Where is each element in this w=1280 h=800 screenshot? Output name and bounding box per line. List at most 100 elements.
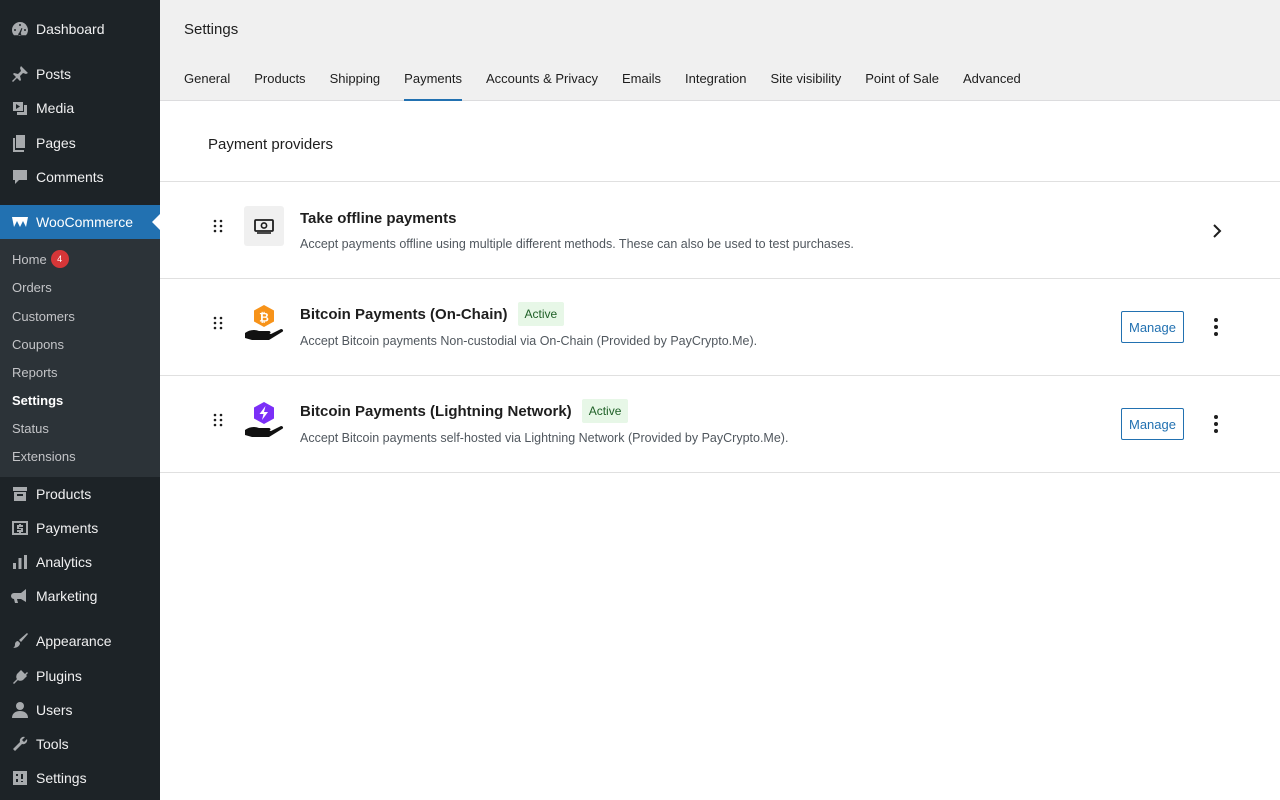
submenu-item-coupons[interactable]: Coupons <box>12 334 64 354</box>
archive-icon <box>0 484 36 504</box>
submenu-item-home[interactable]: Home 4 <box>12 249 69 269</box>
current-menu-arrow <box>152 214 160 230</box>
lightning-hand-icon <box>244 400 284 440</box>
dashboard-icon <box>0 19 36 39</box>
brush-icon <box>0 631 36 651</box>
sidebar-item-products[interactable]: Products <box>0 477 160 511</box>
drag-handle-icon[interactable] <box>212 412 224 428</box>
wrench-icon <box>0 734 36 754</box>
provider-description: Accept payments offline using multiple d… <box>300 237 854 251</box>
woocommerce-submenu: Home 4 Orders Customers Coupons Reports … <box>0 239 160 477</box>
tab-general[interactable]: General <box>184 70 230 101</box>
drag-handle-icon[interactable] <box>212 315 224 331</box>
tab-point-of-sale[interactable]: Point of Sale <box>865 70 939 101</box>
sidebar-item-payments[interactable]: Payments <box>0 511 160 545</box>
tab-payments[interactable]: Payments <box>404 70 462 101</box>
tab-shipping[interactable]: Shipping <box>330 70 381 101</box>
sidebar-item-tools[interactable]: Tools <box>0 727 160 761</box>
provider-description: Accept Bitcoin payments self-hosted via … <box>300 431 789 445</box>
sidebar-item-label: Dashboard <box>36 21 105 37</box>
submenu-item-customers[interactable]: Customers <box>12 306 75 326</box>
svg-text:₿: ₿ <box>259 311 269 325</box>
provider-name-wrap: Bitcoin Payments (On-Chain) Active <box>300 302 565 326</box>
submenu-item-label: Orders <box>12 279 52 295</box>
settings-icon <box>0 768 36 788</box>
tab-advanced[interactable]: Advanced <box>963 70 1021 101</box>
sidebar-item-label: Users <box>36 702 73 718</box>
sidebar-item-label: Comments <box>36 169 104 185</box>
provider-name: Bitcoin Payments (On-Chain) <box>300 305 508 323</box>
sidebar-item-label: Posts <box>36 66 72 82</box>
more-options-icon[interactable] <box>1206 412 1226 436</box>
tab-integration[interactable]: Integration <box>685 70 746 101</box>
woocommerce-icon <box>0 212 36 232</box>
settings-header: Settings General Products Shipping Payme… <box>160 0 1280 101</box>
provider-name: Bitcoin Payments (Lightning Network) <box>300 402 572 420</box>
sidebar-item-settings[interactable]: Settings <box>0 761 160 795</box>
divider <box>160 472 1280 473</box>
sidebar-item-label: Products <box>36 486 92 502</box>
pin-icon <box>0 64 36 84</box>
cash-icon <box>244 206 284 246</box>
submenu-item-label: Extensions <box>12 448 76 464</box>
drag-handle-icon[interactable] <box>212 218 224 234</box>
tab-emails[interactable]: Emails <box>622 70 661 101</box>
comment-icon <box>0 167 36 187</box>
page-title: Settings <box>184 21 239 38</box>
tab-products[interactable]: Products <box>254 70 305 101</box>
provider-description: Accept Bitcoin payments Non-custodial vi… <box>300 334 758 348</box>
sidebar-item-comments[interactable]: Comments <box>0 160 160 194</box>
tab-accounts-privacy[interactable]: Accounts & Privacy <box>486 70 598 101</box>
tab-site-visibility[interactable]: Site visibility <box>770 70 841 101</box>
submenu-item-reports[interactable]: Reports <box>12 362 58 382</box>
submenu-item-label: Reports <box>12 364 58 380</box>
submenu-item-orders[interactable]: Orders <box>12 277 52 297</box>
provider-row-bitcoin-lightning[interactable]: Bitcoin Payments (Lightning Network) Act… <box>160 376 1280 472</box>
submenu-item-extensions[interactable]: Extensions <box>12 446 76 466</box>
dollar-icon <box>0 518 36 538</box>
sidebar-item-woocommerce[interactable]: WooCommerce <box>0 205 160 239</box>
user-icon <box>0 700 36 720</box>
submenu-item-label: Coupons <box>12 336 65 352</box>
sidebar-item-plugins[interactable]: Plugins <box>0 659 160 693</box>
admin-sidebar: Dashboard Posts Media Pages Comments Woo… <box>0 0 160 800</box>
chevron-right-icon[interactable] <box>1208 222 1226 240</box>
sidebar-item-label: Analytics <box>36 554 93 570</box>
bitcoin-hand-icon: ₿ <box>244 303 284 343</box>
settings-tabs: General Products Shipping Payments Accou… <box>184 70 1045 101</box>
submenu-item-label: Status <box>12 420 49 436</box>
manage-button[interactable]: Manage <box>1121 408 1184 440</box>
sidebar-item-label: Appearance <box>36 633 112 649</box>
submenu-item-status[interactable]: Status <box>12 418 49 438</box>
status-badge: Active <box>581 399 629 423</box>
notification-badge: 4 <box>50 250 69 268</box>
manage-button[interactable]: Manage <box>1121 311 1184 343</box>
sidebar-item-pages[interactable]: Pages <box>0 126 160 160</box>
section-title: Payment providers <box>208 136 334 153</box>
bar-chart-icon <box>0 552 36 572</box>
submenu-item-settings[interactable]: Settings <box>12 390 63 410</box>
status-badge: Active <box>517 302 565 326</box>
sidebar-item-appearance[interactable]: Appearance <box>0 624 160 658</box>
sidebar-item-label: Tools <box>36 736 69 752</box>
media-icon <box>0 98 36 118</box>
sidebar-item-label: Settings <box>36 770 87 786</box>
submenu-item-label: Home <box>12 251 47 267</box>
sidebar-item-marketing[interactable]: Marketing <box>0 579 160 613</box>
sidebar-item-analytics[interactable]: Analytics <box>0 545 160 579</box>
provider-row-bitcoin-onchain[interactable]: ₿ Bitcoin Payments (On-Chain) Active Acc… <box>160 279 1280 375</box>
sidebar-item-media[interactable]: Media <box>0 91 160 125</box>
pages-icon <box>0 133 36 153</box>
submenu-item-label: Customers <box>12 308 75 324</box>
sidebar-item-label: Media <box>36 100 75 116</box>
more-options-icon[interactable] <box>1206 315 1226 339</box>
sidebar-item-posts[interactable]: Posts <box>0 57 160 91</box>
sidebar-item-label: Marketing <box>36 588 98 604</box>
sidebar-item-users[interactable]: Users <box>0 693 160 727</box>
submenu-item-label: Settings <box>12 392 64 408</box>
sidebar-item-label: WooCommerce <box>36 214 133 230</box>
sidebar-item-label: Pages <box>36 135 76 151</box>
sidebar-item-dashboard[interactable]: Dashboard <box>0 12 160 46</box>
sidebar-item-label: Payments <box>36 520 99 536</box>
provider-row-offline[interactable]: Take offline payments Accept payments of… <box>160 182 1280 278</box>
